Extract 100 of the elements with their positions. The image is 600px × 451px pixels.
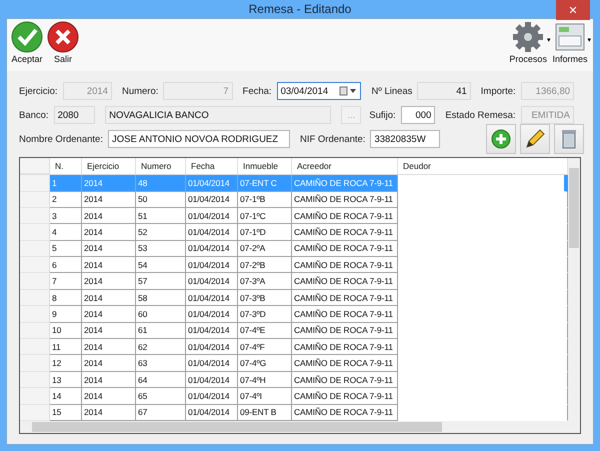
table-cell: 07-4ºG (238, 355, 292, 372)
field-label: Sufijo: (369, 110, 396, 121)
table-cell: CAMIÑO DE ROCA 7-9-11 (292, 355, 398, 372)
table-cell: 4 (50, 224, 82, 241)
table-cell: 09-ENT B (238, 404, 292, 421)
column-header[interactable]: Acreedor (292, 158, 398, 174)
table-cell: CAMIÑO DE ROCA 7-9-11 (292, 257, 398, 274)
toolbar-button[interactable]: Salir (45, 19, 81, 72)
column-header[interactable]: Fecha (186, 158, 238, 174)
row-header[interactable] (20, 339, 50, 356)
table-cell: 11 (50, 339, 82, 356)
column-header[interactable]: Inmueble (238, 158, 292, 174)
window-title: Remesa - Editando (248, 2, 352, 16)
field-label: Nombre Ordenante: (19, 134, 103, 145)
input-field[interactable]: 33820835W (370, 130, 440, 148)
vertical-scrollbar[interactable] (568, 158, 580, 421)
row-header[interactable] (20, 372, 50, 388)
table-cell: CAMIÑO DE ROCA 7-9-11 (292, 224, 398, 241)
table-cell: 07-4ºH (238, 372, 292, 388)
row-header[interactable] (20, 192, 50, 208)
row-header[interactable] (20, 257, 50, 274)
row-header[interactable] (20, 273, 50, 290)
table-cell: 2014 (82, 306, 136, 323)
edit-button[interactable] (520, 124, 550, 154)
table-cell: 58 (136, 290, 186, 306)
table-cell: 07-3ºD (238, 306, 292, 323)
table-cell: 01/04/2014 (186, 273, 238, 290)
table-cell: 07-4ºE (238, 322, 292, 340)
table-cell: 01/04/2014 (186, 355, 238, 372)
table-cell: 01/04/2014 (186, 290, 238, 306)
table-cell: 01/04/2014 (186, 306, 238, 323)
table-cell: 2014 (82, 322, 136, 340)
row-header[interactable] (20, 306, 50, 323)
input-field[interactable]: 2080 (54, 106, 96, 124)
table-cell: CAMIÑO DE ROCA 7-9-11 (292, 404, 398, 421)
row-header[interactable] (20, 388, 50, 405)
table-cell: 15 (50, 404, 82, 421)
table-cell: 2014 (82, 355, 136, 372)
row-header[interactable] (20, 355, 50, 372)
table-cell: 12 (50, 355, 82, 372)
table-cell: CAMIÑO DE ROCA 7-9-11 (292, 339, 398, 356)
table-cell: 01/04/2014 (186, 339, 238, 356)
input-field[interactable]: 000 (400, 106, 436, 124)
plus-circle-icon (491, 129, 511, 150)
table-cell: CAMIÑO DE ROCA 7-9-11 (292, 192, 398, 208)
field-label: Nº Lineas (371, 86, 412, 97)
table-cell: 67 (136, 404, 186, 421)
table-cell: 01/04/2014 (186, 175, 238, 192)
table-cell: 01/04/2014 (186, 322, 238, 340)
add-button[interactable] (486, 124, 516, 154)
table-cell: 01/04/2014 (186, 404, 238, 421)
row-header[interactable] (20, 224, 50, 241)
row-header[interactable] (20, 208, 50, 224)
table-cell: 2014 (82, 339, 136, 356)
table-cell: 52 (136, 224, 186, 241)
table-cell: CAMIÑO DE ROCA 7-9-11 (292, 175, 398, 192)
gear-icon (512, 21, 544, 54)
trash-icon (560, 128, 578, 150)
row-header[interactable] (20, 322, 50, 340)
table-cell: 6 (50, 257, 82, 274)
table-cell: CAMIÑO DE ROCA 7-9-11 (292, 372, 398, 388)
table-cell: 2014 (82, 372, 136, 388)
field-label: Importe: (480, 86, 516, 97)
table-cell: 01/04/2014 (186, 257, 238, 274)
table-cell: 14 (50, 388, 82, 405)
field-label: Fecha: (242, 86, 272, 97)
input-field[interactable]: NOVAGALICIA BANCO (105, 106, 332, 124)
date-field[interactable]: 03/04/2014 (276, 82, 362, 100)
row-header[interactable] (20, 175, 50, 192)
table-cell: 07-1ºB (238, 192, 292, 208)
field-label: Banco: (19, 110, 49, 121)
field-label: Numero: (122, 86, 158, 97)
table-cell: 2014 (82, 224, 136, 241)
close-button[interactable]: ✕ (556, 0, 590, 20)
table-cell: CAMIÑO DE ROCA 7-9-11 (292, 240, 398, 258)
table-cell: CAMIÑO DE ROCA 7-9-11 (292, 273, 398, 290)
table-cell: 2014 (82, 208, 136, 224)
row-header[interactable] (20, 404, 50, 421)
table-cell: 8 (50, 290, 82, 306)
table-cell: 2014 (82, 290, 136, 306)
input-field[interactable]: 41 (417, 82, 471, 100)
column-header[interactable]: N. (50, 158, 82, 174)
calendar-dropdown-icon[interactable] (339, 86, 358, 96)
table-cell: 13 (50, 372, 82, 388)
row-header[interactable] (20, 290, 50, 306)
table-cell: 2014 (82, 273, 136, 290)
table-cell: 07-2ºA (238, 240, 292, 258)
input-field[interactable]: JOSE ANTONIO NOVOA RODRIGUEZ (108, 130, 290, 148)
column-header[interactable]: Numero (136, 158, 186, 174)
delete-button[interactable] (554, 124, 584, 154)
table-cell: 54 (136, 257, 186, 274)
table-cell: 2014 (82, 240, 136, 258)
table-cell: 07-2ºB (238, 257, 292, 274)
table-cell: CAMIÑO DE ROCA 7-9-11 (292, 388, 398, 405)
row-header[interactable] (20, 240, 50, 258)
toolbar-button[interactable]: Aceptar (9, 19, 45, 72)
column-header[interactable]: Ejercicio (82, 158, 136, 174)
horizontal-scrollbar[interactable] (20, 421, 580, 433)
table-cell: 10 (50, 322, 82, 340)
field-label: Ejercicio: (19, 86, 58, 97)
